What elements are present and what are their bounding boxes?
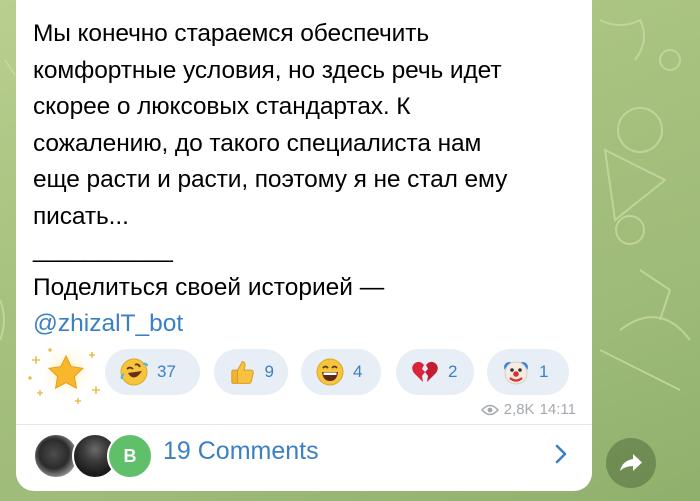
avatar: B: [107, 433, 153, 479]
reaction-rolling-laughing[interactable]: 37: [105, 349, 200, 395]
reaction-count: 9: [264, 362, 274, 381]
grinning-face-icon: [316, 358, 344, 386]
message-line: сожалению, до такого специалиста нам: [33, 129, 482, 157]
message-text: Мы конечно стараемся обеспечить комфортн…: [33, 16, 578, 235]
share-story-text: Поделиться своей историей —: [33, 274, 385, 301]
star-icon: [28, 342, 100, 404]
rolling-laughing-emoji-icon: [120, 358, 149, 386]
views-count: 2,8K: [503, 401, 535, 418]
message-line: еще расти и расти, поэтому я не стал ему: [33, 166, 508, 193]
broken-heart-icon: [412, 361, 438, 382]
reaction-star[interactable]: [26, 342, 106, 408]
thumbs-up-icon: [231, 361, 254, 384]
message-line: Мы конечно стараемся обеспечить: [33, 20, 430, 47]
reaction-count: 4: [353, 362, 363, 381]
message-meta: 2,8K 14:11: [480, 401, 576, 418]
chevron-right-icon[interactable]: [550, 443, 572, 465]
reaction-broken-heart[interactable]: 2: [396, 349, 474, 395]
reaction-count: 37: [157, 362, 176, 381]
message-line: писать...: [33, 202, 129, 230]
message-line: комфортные условия, но здесь речь идет: [33, 56, 502, 84]
clown-face-icon: [504, 361, 528, 385]
comments-label[interactable]: 19 Comments: [163, 437, 319, 466]
avatar-letter: B: [123, 445, 137, 466]
forward-button[interactable]: [606, 438, 656, 488]
bot-link[interactable]: @zhizalT_bot: [33, 306, 183, 343]
reaction-grinning[interactable]: 4: [301, 349, 381, 395]
forward-arrow-icon: [620, 454, 642, 471]
message-time: 14:11: [539, 401, 576, 418]
comments-row[interactable]: B 19 Comments: [16, 425, 592, 485]
reaction-thumbs-up[interactable]: 9: [214, 349, 288, 395]
message-line: скорее о люксовых стандартах. К: [33, 93, 411, 120]
eye-icon: [480, 404, 499, 415]
separator-line: ___________: [33, 236, 173, 263]
reaction-clown[interactable]: 1: [487, 349, 569, 395]
reaction-count: 1: [539, 362, 549, 381]
reaction-count: 2: [448, 362, 458, 381]
